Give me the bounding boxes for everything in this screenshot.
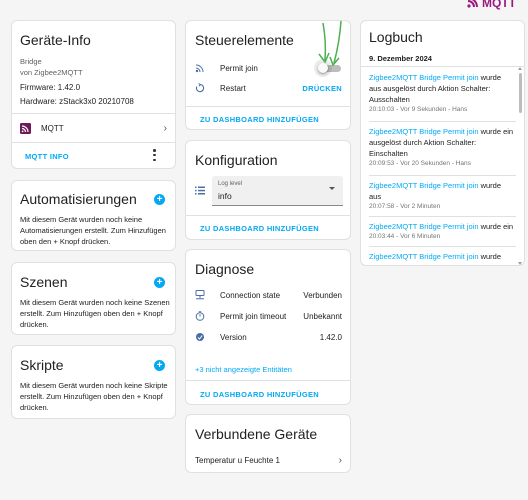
diagnostics-add-dashboard-button[interactable]: ZU DASHBOARD HINZUFÜGEN: [200, 390, 319, 399]
update-icon: [196, 333, 204, 341]
device-info-title: Geräte-Info: [20, 32, 91, 48]
logbook-entry[interactable]: Zigbee2MQTT Bridge Permit join wurde: [369, 251, 516, 262]
integration-label: MQTT: [41, 123, 64, 133]
brand-logo-text: MQTT: [482, 0, 516, 10]
logbook-date: 9. Dezember 2024: [369, 54, 432, 63]
scripts-card: Skripte + Mit diesem Gerät wurden noch k…: [11, 345, 176, 419]
diagnostic-row[interactable]: Version 1.42.0: [195, 330, 342, 344]
connected-device-name: Temperatur u Feuchte 1: [195, 455, 280, 465]
chevron-right-icon: ›: [338, 454, 342, 466]
add-script-button[interactable]: +: [154, 360, 165, 371]
permit-join-label: Permit join: [220, 63, 258, 73]
automations-title: Automatisierungen: [20, 191, 137, 207]
mqtt-info-button[interactable]: MQTT INFO: [25, 152, 69, 161]
logbook-entry[interactable]: Zigbee2MQTT Bridge Permit join wurde ein…: [369, 126, 516, 169]
restart-label: Restart: [220, 83, 246, 93]
scrollbar-thumb[interactable]: [518, 73, 522, 113]
mqtt-integration-icon: [20, 122, 31, 134]
diagnostics-title: Diagnose: [195, 261, 255, 277]
diagnostic-value: 1.42.0: [319, 332, 342, 342]
diagnostics-card: Diagnose Connection state Verbunden Perm…: [185, 249, 351, 405]
diagnostic-label: Version: [220, 332, 247, 342]
permit-join-icon: [195, 64, 204, 73]
scroll-up-icon[interactable]: [518, 67, 522, 70]
automations-card: Automatisierungen + Mit diesem Gerät wur…: [11, 180, 176, 251]
more-options-icon[interactable]: [153, 149, 157, 161]
mqtt-logo-icon: [467, 0, 478, 8]
restart-icon: [195, 83, 205, 93]
scroll-down-icon[interactable]: [518, 262, 522, 265]
dropdown-arrow-icon: [329, 187, 335, 190]
scripts-text: Mit diesem Gerät wurden noch keine Skrip…: [20, 381, 168, 412]
configuration-card: Konfiguration Log level info ZU DASHBOAR…: [185, 140, 351, 240]
annotation-arrows: [318, 20, 342, 67]
scenes-title: Szenen: [20, 274, 68, 290]
scenes-text: Mit diesem Gerät wurden noch keine Szene…: [20, 298, 170, 329]
hidden-entities-link[interactable]: +3 nicht angezeigte Entitäten: [195, 365, 292, 374]
log-level-label: Log level: [218, 181, 243, 187]
integration-row[interactable]: MQTT ›: [20, 121, 167, 135]
logbook-time: 20:03:44 - Vor 6 Minuten: [369, 233, 441, 240]
add-automation-button[interactable]: +: [154, 194, 165, 205]
logbook-entry[interactable]: Zigbee2MQTT Bridge Permit join wurde aus…: [369, 180, 516, 212]
timer-icon: [195, 311, 205, 321]
logbook-entity-link[interactable]: Zigbee2MQTT Bridge Permit join: [369, 222, 479, 231]
automations-text: Mit diesem Gerät wurden noch keine Autom…: [20, 215, 166, 246]
device-firmware: Firmware: 1.42.0: [20, 83, 81, 92]
logbook-entity-link[interactable]: Zigbee2MQTT Bridge Permit join: [369, 73, 479, 82]
logbook-time: 20:10:03 - Vor 9 Sekunden - Hans: [369, 106, 468, 113]
scenes-card: Szenen + Mit diesem Gerät wurden noch ke…: [11, 262, 176, 335]
logbook-entity-link[interactable]: Zigbee2MQTT Bridge Permit join: [369, 252, 479, 261]
log-level-select[interactable]: Log level info: [212, 176, 343, 206]
connected-device-item[interactable]: Temperatur u Feuchte 1 ›: [195, 453, 342, 467]
controls-add-dashboard-button[interactable]: ZU DASHBOARD HINZUFÜGEN: [200, 115, 319, 124]
restart-row: Restart DRÜCKEN: [195, 81, 342, 95]
connected-devices-title: Verbundene Geräte: [195, 426, 318, 442]
logbook-title: Logbuch: [369, 29, 423, 45]
restart-press-button[interactable]: DRÜCKEN: [302, 84, 342, 93]
logbook-entity-link[interactable]: Zigbee2MQTT Bridge Permit join: [369, 181, 479, 190]
logbook-entry[interactable]: Zigbee2MQTT Bridge Permit join wurde aus…: [369, 72, 516, 115]
logbook-scrollbar[interactable]: [518, 67, 522, 265]
logbook-entry[interactable]: Zigbee2MQTT Bridge Permit join wurde ein…: [369, 221, 516, 242]
diagnostic-label: Permit join timeout: [220, 311, 287, 321]
diagnostic-label: Connection state: [220, 290, 281, 300]
controls-title: Steuerelemente: [195, 32, 294, 48]
device-manufacturer: von Zigbee2MQTT: [20, 68, 83, 77]
connected-devices-card: Verbundene Geräte Temperatur u Feuchte 1…: [185, 414, 351, 473]
diagnostic-value: Unbekannt: [303, 311, 342, 321]
chevron-right-icon: ›: [163, 122, 167, 134]
scripts-title: Skripte: [20, 357, 64, 373]
device-info-card: Geräte-Info Bridge von Zigbee2MQTT Firmw…: [11, 20, 176, 169]
logbook-time: 20:07:58 - Vor 2 Minuten: [369, 203, 441, 210]
diagnostic-value: Verbunden: [303, 290, 342, 300]
device-model: Bridge: [20, 57, 42, 66]
configuration-add-dashboard-button[interactable]: ZU DASHBOARD HINZUFÜGEN: [200, 224, 319, 233]
add-scene-button[interactable]: +: [154, 277, 165, 288]
configuration-title: Konfiguration: [195, 152, 278, 168]
logbook-time: 20:09:53 - Vor 20 Sekunden - Hans: [369, 160, 471, 167]
log-level-value: info: [218, 191, 232, 201]
list-icon: [195, 186, 205, 195]
diagnostic-row[interactable]: Permit join timeout Unbekannt: [195, 309, 342, 323]
logbook-card: Logbuch 9. Dezember 2024 Zigbee2MQTT Bri…: [360, 20, 525, 266]
logbook-entity-link[interactable]: Zigbee2MQTT Bridge Permit join: [369, 127, 479, 136]
device-hardware: Hardware: zStack3x0 20210708: [20, 97, 134, 106]
brand-logo: MQTT: [466, 0, 516, 10]
server-network-icon: [195, 290, 205, 300]
diagnostic-row[interactable]: Connection state Verbunden: [195, 288, 342, 302]
